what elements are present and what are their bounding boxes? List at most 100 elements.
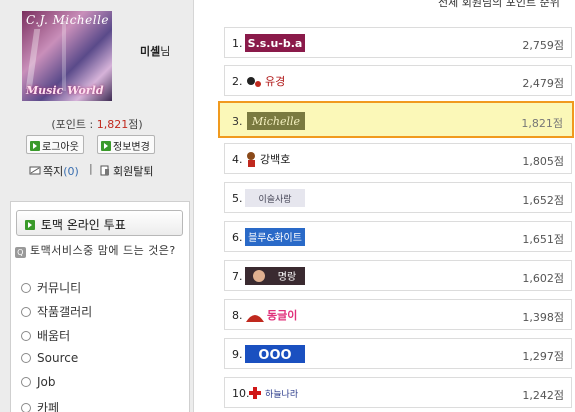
nickname-badge: 동글이 — [246, 308, 297, 322]
user-points: (포인트 : 1,821점) — [0, 116, 194, 132]
nickname-badge: 하늘나라 — [249, 387, 299, 400]
radio-button[interactable] — [21, 307, 31, 317]
avatar-decoration — [62, 21, 66, 91]
rank-number: 6. — [232, 231, 243, 244]
nickname-badge: 명랑 — [245, 267, 305, 285]
nickname-text: S.s.u-b.a — [248, 37, 303, 50]
rank-points: 1,602점 — [522, 272, 564, 285]
rank-number: 2. — [232, 75, 243, 88]
poll-question-text: 토맥서비스중 맘에 드는 것은? — [30, 244, 176, 257]
avatar-caption-top: C.J. Michelle — [26, 13, 110, 27]
ranking-row[interactable]: 9. OOO 1,297점 — [224, 338, 572, 369]
poll-option[interactable]: Job — [21, 375, 56, 389]
nickname-badge: OOO — [245, 345, 305, 363]
ranking-row[interactable]: 10. 하늘나라 1,242점 — [224, 377, 572, 408]
arrow-icon — [25, 220, 35, 230]
points-unit: 점) — [128, 118, 143, 131]
edit-info-label: 정보변경 — [113, 142, 150, 153]
ranking-title: 전체 회원님의 포인트 순위 — [438, 0, 560, 9]
radio-button[interactable] — [21, 377, 31, 387]
nickname-text: 강백호 — [260, 153, 290, 166]
nickname-text: 유경 — [265, 75, 285, 88]
nickname-badge: 유경 — [247, 75, 285, 88]
ranking-row[interactable]: 2. 유경 2,479점 — [224, 65, 572, 96]
ranking-row[interactable]: 6. 블루&화이트 1,651점 — [224, 221, 572, 252]
username-suffix: 님 — [160, 45, 171, 58]
username-name: 미셸 — [140, 45, 161, 58]
poll-option-label: 배움터 — [37, 329, 71, 343]
avatar-caption-bottom: Music World — [26, 84, 104, 97]
nickname-text: 명랑 — [278, 271, 296, 283]
ranking-row-current-user[interactable]: 3. Michelle 1,821점 — [218, 101, 574, 138]
poll-option[interactable]: 배움터 — [21, 327, 70, 344]
ranking-row[interactable]: 4. 강백호 1,805점 — [224, 143, 572, 174]
logout-button[interactable]: 로그아웃 — [26, 135, 84, 154]
poll-option[interactable]: 작품갤러리 — [21, 303, 92, 320]
memo-link[interactable]: 쪽지(0) — [29, 163, 79, 179]
radio-button[interactable] — [21, 283, 31, 293]
nickname-text: 하늘나라 — [265, 389, 299, 400]
avatar-decoration — [25, 29, 41, 89]
points-value: 1,821 — [96, 118, 129, 131]
poll-option[interactable]: 커뮤니티 — [21, 279, 81, 296]
question-icon: Q — [15, 247, 26, 258]
ranking-row[interactable]: 8. 동글이 1,398점 — [224, 299, 572, 330]
arrow-icon — [101, 141, 111, 151]
rank-points: 2,479점 — [522, 77, 564, 90]
nickname-text: Michelle — [251, 115, 301, 128]
rank-points: 1,652점 — [522, 194, 564, 207]
poll-button-label: 토맥 온라인 투표 — [40, 218, 126, 232]
rank-points: 1,242점 — [522, 389, 564, 402]
rank-points: 1,297점 — [522, 350, 564, 363]
nickname-text: 이슬사랑 — [258, 193, 291, 205]
rank-points: 1,651점 — [522, 233, 564, 246]
poll-option-label: 작품갤러리 — [37, 305, 93, 319]
poll-option-label: Source — [37, 351, 79, 365]
memo-label: 쪽지 — [43, 165, 64, 178]
user-avatar: C.J. Michelle Music World — [22, 11, 112, 101]
rank-number: 3. — [232, 115, 243, 128]
memo-icon — [29, 166, 41, 175]
arrow-icon — [30, 141, 40, 151]
rank-number: 9. — [232, 348, 243, 361]
withdraw-link[interactable]: 회원탈퇴 — [99, 163, 153, 179]
nickname-text: OOO — [258, 348, 291, 363]
memo-count: (0) — [63, 165, 79, 178]
ranking-row[interactable]: 5. 이슬사랑 1,652점 — [224, 182, 572, 213]
radio-button[interactable] — [21, 331, 31, 341]
rank-points: 1,805점 — [522, 155, 564, 168]
poll-option[interactable]: Source — [21, 351, 78, 365]
nickname-badge: 이슬사랑 — [245, 189, 305, 207]
rank-number: 7. — [232, 270, 243, 283]
radio-button[interactable] — [21, 353, 31, 363]
nickname-badge: Michelle — [247, 112, 305, 130]
rank-number: 5. — [232, 192, 243, 205]
rank-points: 2,759점 — [522, 39, 564, 52]
rank-number: 8. — [232, 309, 243, 322]
rank-number: 4. — [232, 153, 243, 166]
ranking-row[interactable]: 7. 명랑 1,602점 — [224, 260, 572, 291]
sidebar: C.J. Michelle Music World 미셸님 (포인트 : 1,8… — [0, 0, 194, 412]
poll-option-label: Job — [37, 375, 56, 389]
door-icon — [100, 165, 109, 176]
points-prefix: (포인트 : — [51, 118, 97, 131]
nickname-badge: 강백호 — [247, 152, 290, 167]
poll-button[interactable]: 토맥 온라인 투표 — [16, 210, 183, 236]
nickname-text: 동글이 — [267, 308, 297, 322]
username: 미셸님 — [140, 43, 170, 59]
poll-option[interactable]: 카페 — [21, 399, 59, 412]
poll-box: 토맥 온라인 투표 Q 토맥서비스중 맘에 드는 것은? 커뮤니티 작품갤러리 … — [10, 201, 190, 412]
radio-button[interactable] — [21, 403, 31, 412]
rank-points: 1,398점 — [522, 311, 564, 324]
nickname-badge: 블루&화이트 — [245, 228, 305, 246]
withdraw-label: 회원탈퇴 — [113, 165, 154, 178]
logout-label: 로그아웃 — [42, 142, 79, 153]
nickname-text: 블루&화이트 — [248, 232, 302, 244]
ranking-row[interactable]: 1. S.s.u-b.a 2,759점 — [224, 27, 572, 58]
poll-question: Q 토맥서비스중 맘에 드는 것은? — [15, 244, 185, 258]
poll-option-label: 카페 — [37, 401, 60, 412]
poll-option-label: 커뮤니티 — [37, 281, 82, 295]
rank-points: 1,821점 — [521, 117, 563, 130]
link-separator: | — [89, 162, 93, 175]
edit-info-button[interactable]: 정보변경 — [97, 135, 155, 154]
